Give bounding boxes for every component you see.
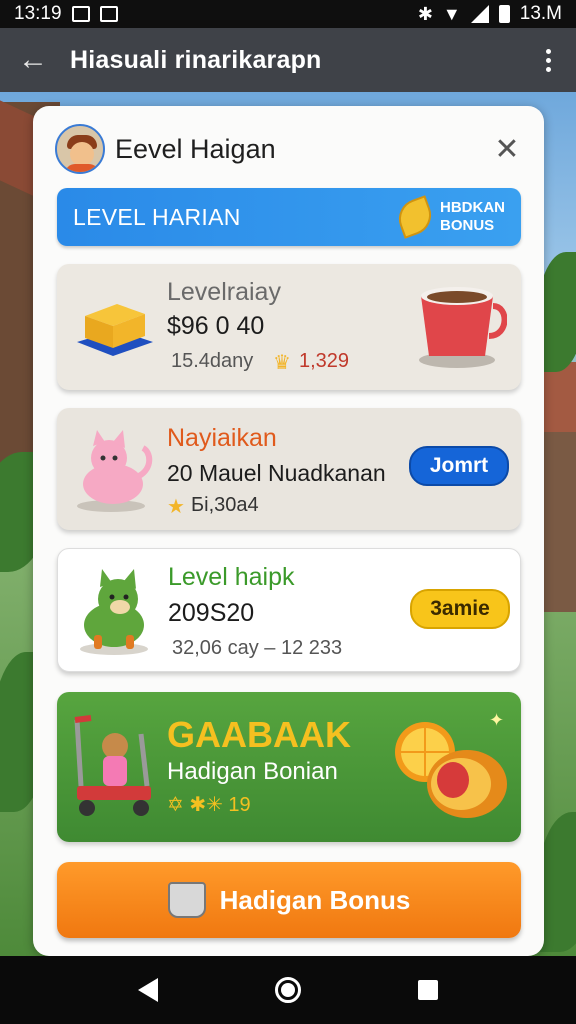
fruit-slices-icon: ✦ <box>395 710 507 818</box>
battery-icon <box>498 5 510 23</box>
banner-bonus[interactable]: HBDKAN BONUS <box>393 195 505 239</box>
cta-label: Hadigan Bonus <box>219 884 411 915</box>
row2-meta: Бі,30a4 <box>191 494 259 516</box>
image-notification-icon <box>71 6 90 22</box>
row4-title: GAABAAK <box>167 714 351 755</box>
dialog-title: Eevel Haigan <box>115 133 276 164</box>
bonus-cta-button[interactable]: Hadigan Bonus <box>57 862 521 938</box>
level-banner[interactable]: LEVEL HARIAN HBDKAN BONUS <box>57 188 521 246</box>
green-cat-icon <box>80 569 148 655</box>
close-icon[interactable]: ✕ <box>492 132 522 167</box>
row2-subtitle: 20 Mauel Nuadkanan <box>167 460 386 486</box>
crown-icon: ♛ <box>273 352 291 374</box>
row2-title: Nayiaikan <box>167 424 277 452</box>
dialog-header: Eevel Haigan ✕ <box>55 122 522 176</box>
basket-icon <box>167 882 206 918</box>
pink-cat-icon <box>77 430 153 512</box>
bluetooth-icon: ✱ <box>417 3 433 24</box>
avatar <box>55 124 105 174</box>
status-time: 13:19 <box>14 3 62 24</box>
status-bar: 13:19 ✱ ▼ 13.M <box>0 0 576 28</box>
row1-amount: $96 0 40 <box>167 312 265 340</box>
status-right-text: 13.M <box>519 3 562 24</box>
leaf-icon <box>393 195 437 239</box>
star-icon: ★ <box>167 496 185 518</box>
svg-text:✦: ✦ <box>489 710 504 731</box>
wifi-icon: ▼ <box>442 3 461 24</box>
nav-recents-icon[interactable] <box>417 980 438 1000</box>
row3-meta: 32,06 cay – 12 233 <box>172 637 343 659</box>
gold-bar-icon <box>77 304 153 356</box>
banner-bonus-line2: BONUS <box>440 217 495 234</box>
row1-meta-right: 1,329 <box>299 350 350 372</box>
system-nav-bar <box>0 956 576 1024</box>
more-vert-icon[interactable] <box>538 48 558 72</box>
app-bar: ← Hiasuali rinarikarapn <box>0 28 576 92</box>
arrow-left-icon[interactable]: ← <box>18 43 58 77</box>
list-item[interactable]: Nayiaikan 20 Mauel Nuadkanan ★ Бі,30a4 J… <box>57 408 521 530</box>
nav-home-icon[interactable] <box>274 977 301 1003</box>
banner-bonus-line1: HBDKAN <box>440 199 505 216</box>
level-dialog: Eevel Haigan ✕ LEVEL HARIAN HBDKAN BONUS… <box>33 106 544 956</box>
app-title: Hiasuali rinarikarapn <box>70 45 322 74</box>
bear-stroller-icon <box>74 715 151 816</box>
coffee-cup-icon <box>419 287 507 368</box>
row4-subtitle: Hadigan Bonian <box>167 758 338 785</box>
list-item[interactable]: Level haipk 209S20 32,06 cay – 12 233 3a… <box>57 548 521 672</box>
row4-meta: ✡ ✱✳ 19 <box>167 794 251 816</box>
list-item[interactable]: GAABAAK Hadigan Bonian ✡ ✱✳ 19 ✦ <box>57 692 521 842</box>
list-item[interactable]: Levelraiay $96 0 40 15.4dany ♛ 1,329 <box>57 264 521 390</box>
row1-title: Levelraiay <box>167 278 281 306</box>
row2-action-button[interactable]: Jomrt <box>409 446 509 486</box>
banner-label: LEVEL HARIAN <box>73 203 241 230</box>
row3-amount: 209S20 <box>168 599 255 627</box>
photo-notification-icon <box>99 6 118 22</box>
row1-meta-left: 15.4dany <box>171 350 254 372</box>
row3-action-button[interactable]: 3amie <box>410 589 510 629</box>
row3-title: Level haipk <box>168 563 295 591</box>
signal-icon <box>470 5 489 23</box>
nav-back-icon[interactable] <box>138 978 159 1002</box>
